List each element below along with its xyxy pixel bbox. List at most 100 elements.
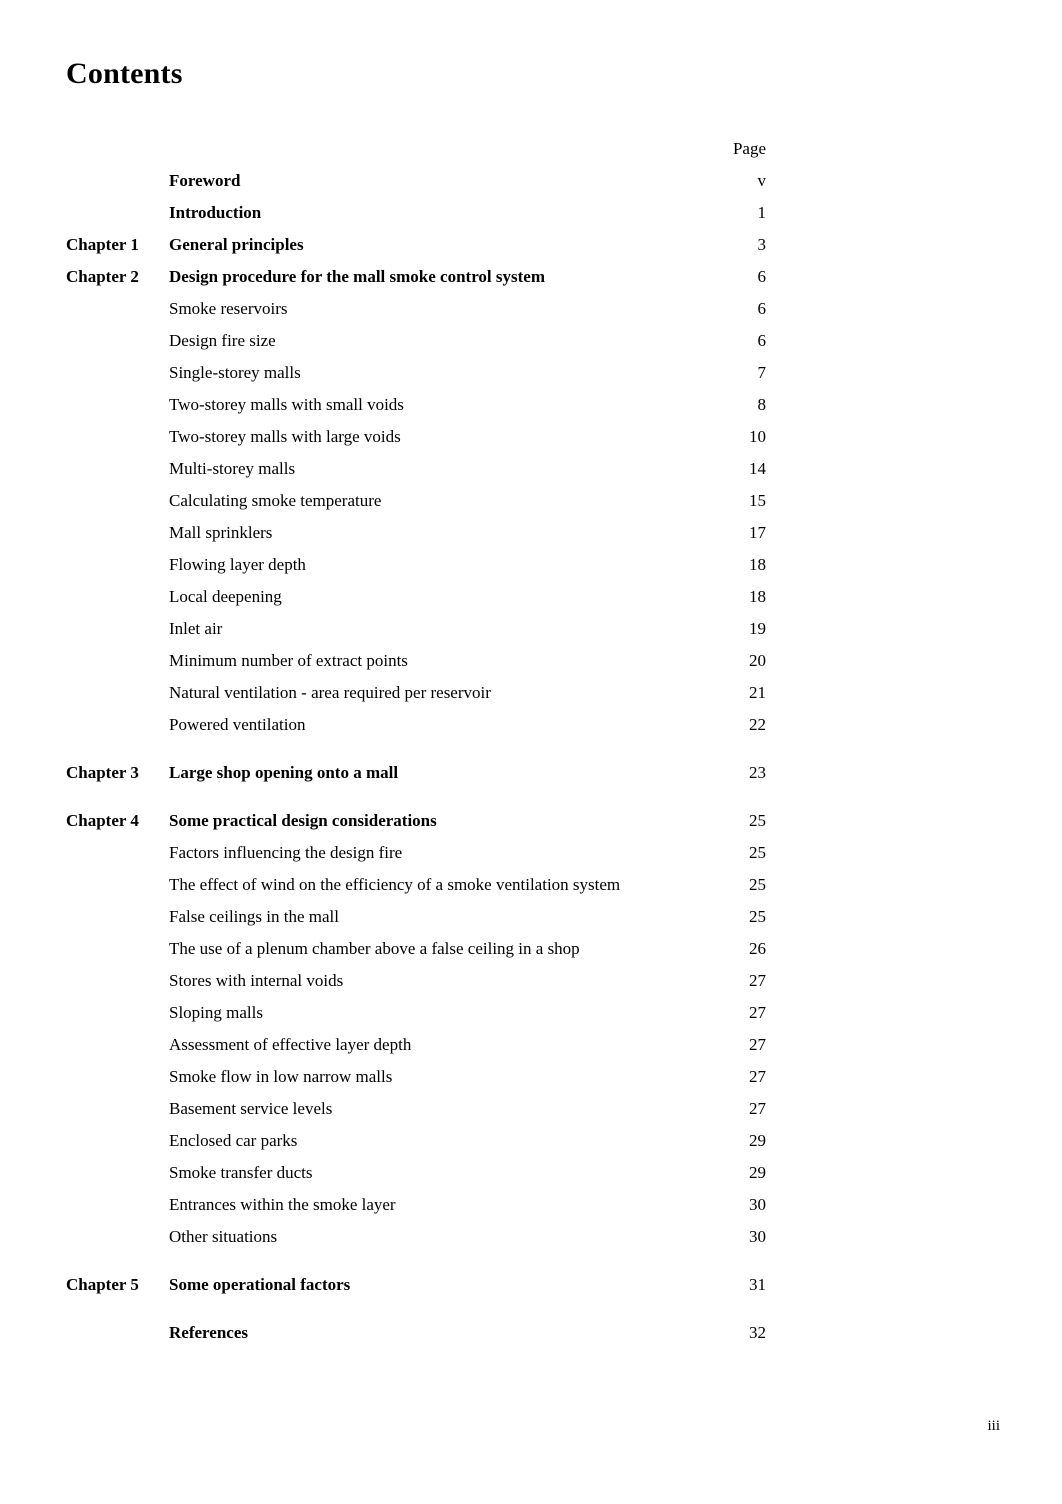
- toc-row[interactable]: Two-storey malls with large voids 10: [66, 421, 766, 453]
- toc-chapter-label: [66, 1317, 169, 1349]
- toc-entry-page-number: 27: [749, 1067, 766, 1086]
- toc-row[interactable]: Entrances within the smoke layer 30: [66, 1189, 766, 1221]
- toc-entry-title[interactable]: The use of a plenum chamber above a fals…: [169, 933, 702, 965]
- toc-entry-title[interactable]: Foreword: [169, 165, 702, 197]
- toc-entry-page-number: 8: [757, 395, 767, 414]
- toc-row[interactable]: The effect of wind on the efficiency of …: [66, 869, 766, 901]
- toc-chapter-label: [66, 293, 169, 325]
- toc-entry-title[interactable]: Design procedure for the mall smoke cont…: [169, 261, 702, 293]
- toc-entry-page-number: 21: [749, 683, 766, 702]
- toc-entry-title[interactable]: Design fire size: [169, 325, 702, 357]
- toc-entry-page-number: 22: [749, 715, 766, 734]
- toc-chapter-label: [66, 677, 169, 709]
- toc-row[interactable]: Factors influencing the design fire 25: [66, 837, 766, 869]
- toc-entry-page-number: 30: [749, 1227, 766, 1246]
- toc-entry-page-number: 25: [749, 907, 766, 926]
- toc-row[interactable]: Introduction 1: [66, 197, 766, 229]
- toc-row[interactable]: Sloping malls 27: [66, 997, 766, 1029]
- toc-entry-page-number: 25: [749, 875, 766, 894]
- toc-row[interactable]: Minimum number of extract points 20: [66, 645, 766, 677]
- toc-row[interactable]: Smoke transfer ducts 29: [66, 1157, 766, 1189]
- toc-entry-title[interactable]: General principles: [169, 229, 702, 261]
- toc-chapter-label: [66, 613, 169, 645]
- toc-header-title-cell: [169, 133, 702, 165]
- toc-chapter-label: [66, 549, 169, 581]
- toc-entry-title[interactable]: Factors influencing the design fire: [169, 837, 702, 869]
- toc-entry-title[interactable]: Multi-storey malls: [169, 453, 702, 485]
- toc-entry-page-number: 29: [749, 1163, 766, 1182]
- toc-entry-title[interactable]: Local deepening: [169, 581, 702, 613]
- toc-chapter-label: [66, 453, 169, 485]
- toc-entry-title[interactable]: Two-storey malls with small voids: [169, 389, 702, 421]
- toc-spacer-cell: [66, 789, 766, 805]
- toc-chapter-label: [66, 965, 169, 997]
- toc-entry-title[interactable]: False ceilings in the mall: [169, 901, 702, 933]
- toc-chapter-label: Chapter 4: [66, 811, 139, 830]
- toc-entry-page-number: 3: [757, 235, 767, 254]
- toc-entry-title[interactable]: Single-storey malls: [169, 357, 702, 389]
- toc-row[interactable]: Basement service levels 27: [66, 1093, 766, 1125]
- toc-entry-title[interactable]: Some practical design considerations: [169, 805, 702, 837]
- toc-entry-title[interactable]: Flowing layer depth: [169, 549, 702, 581]
- toc-entry-title[interactable]: Other situations: [169, 1221, 702, 1253]
- toc-entry-title[interactable]: Powered ventilation: [169, 709, 702, 741]
- toc-row[interactable]: Assessment of effective layer depth 27: [66, 1029, 766, 1061]
- toc-entry-title[interactable]: Some operational factors: [169, 1269, 702, 1301]
- toc-entry-title[interactable]: Basement service levels: [169, 1093, 702, 1125]
- toc-chapter-label: [66, 1061, 169, 1093]
- toc-header-chapter-cell: [66, 133, 169, 165]
- toc-row[interactable]: Other situations 30: [66, 1221, 766, 1253]
- toc-row[interactable]: References 32: [66, 1317, 766, 1349]
- toc-row[interactable]: False ceilings in the mall 25: [66, 901, 766, 933]
- toc-chapter-label: [66, 389, 169, 421]
- toc-entry-title[interactable]: Two-storey malls with large voids: [169, 421, 702, 453]
- toc-entry-title[interactable]: Mall sprinklers: [169, 517, 702, 549]
- page-title: Contents: [66, 57, 183, 90]
- toc-row[interactable]: Chapter 1 General principles 3: [66, 229, 766, 261]
- toc-entry-page-number: 17: [749, 523, 766, 542]
- toc-entry-title[interactable]: The effect of wind on the efficiency of …: [169, 869, 702, 901]
- toc-row[interactable]: Flowing layer depth 18: [66, 549, 766, 581]
- toc-row[interactable]: Stores with internal voids 27: [66, 965, 766, 997]
- toc-entry-title[interactable]: Stores with internal voids: [169, 965, 702, 997]
- toc-chapter-label: [66, 997, 169, 1029]
- toc-row[interactable]: The use of a plenum chamber above a fals…: [66, 933, 766, 965]
- toc-row[interactable]: Chapter 3 Large shop opening onto a mall 2…: [66, 757, 766, 789]
- toc-entry-title[interactable]: Smoke reservoirs: [169, 293, 702, 325]
- toc-entry-page-number: 18: [749, 555, 766, 574]
- toc-row[interactable]: Powered ventilation 22: [66, 709, 766, 741]
- toc-chapter-label: Chapter 2: [66, 267, 139, 286]
- toc-entry-title[interactable]: Natural ventilation - area required per …: [169, 677, 702, 709]
- toc-row[interactable]: Two-storey malls with small voids 8: [66, 389, 766, 421]
- toc-entry-title[interactable]: Enclosed car parks: [169, 1125, 702, 1157]
- toc-row[interactable]: Foreword v: [66, 165, 766, 197]
- page-folio: iii: [987, 1418, 1000, 1434]
- toc-entry-title[interactable]: Sloping malls: [169, 997, 702, 1029]
- toc-row[interactable]: Multi-storey malls 14: [66, 453, 766, 485]
- toc-row[interactable]: Enclosed car parks 29: [66, 1125, 766, 1157]
- toc-entry-title[interactable]: Large shop opening onto a mall: [169, 757, 702, 789]
- toc-entry-title[interactable]: Smoke transfer ducts: [169, 1157, 702, 1189]
- toc-row[interactable]: Calculating smoke temperature 15: [66, 485, 766, 517]
- toc-chapter-label: [66, 485, 169, 517]
- toc-row[interactable]: Chapter 5 Some operational factors 31: [66, 1269, 766, 1301]
- toc-entry-title[interactable]: Entrances within the smoke layer: [169, 1189, 702, 1221]
- toc-entry-title[interactable]: Inlet air: [169, 613, 702, 645]
- toc-row[interactable]: Local deepening 18: [66, 581, 766, 613]
- toc-entry-title[interactable]: Introduction: [169, 197, 702, 229]
- toc-row[interactable]: Mall sprinklers 17: [66, 517, 766, 549]
- toc-chapter-label: [66, 357, 169, 389]
- toc-row[interactable]: Smoke reservoirs 6: [66, 293, 766, 325]
- toc-entry-title[interactable]: Smoke flow in low narrow malls: [169, 1061, 702, 1093]
- toc-row[interactable]: Design fire size 6: [66, 325, 766, 357]
- toc-row[interactable]: Smoke flow in low narrow malls 27: [66, 1061, 766, 1093]
- toc-row[interactable]: Single-storey malls 7: [66, 357, 766, 389]
- toc-row[interactable]: Inlet air 19: [66, 613, 766, 645]
- toc-entry-title[interactable]: Assessment of effective layer depth: [169, 1029, 702, 1061]
- toc-row[interactable]: Natural ventilation - area required per …: [66, 677, 766, 709]
- toc-row[interactable]: Chapter 4 Some practical design considera…: [66, 805, 766, 837]
- toc-row[interactable]: Chapter 2 Design procedure for the mall s…: [66, 261, 766, 293]
- toc-entry-title[interactable]: Calculating smoke temperature: [169, 485, 702, 517]
- toc-entry-title[interactable]: Minimum number of extract points: [169, 645, 702, 677]
- toc-entry-title[interactable]: References: [169, 1317, 702, 1349]
